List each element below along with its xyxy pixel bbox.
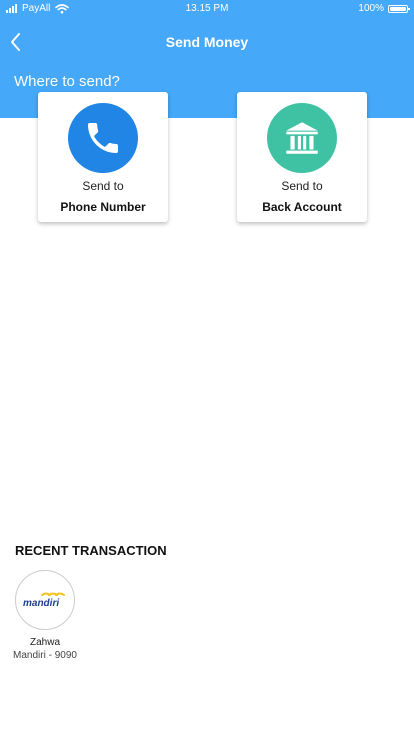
phone-icon-circle (68, 103, 138, 173)
phone-card-line2: Phone Number (60, 200, 146, 214)
recent-transaction-item[interactable]: mandiri Zahwa Mandiri - 9090 (8, 570, 82, 661)
svg-text:mandiri: mandiri (23, 598, 59, 609)
bank-icon-circle (267, 103, 337, 173)
battery-icon (388, 4, 410, 13)
status-bar: PayAll 13.15 PM 100% (0, 0, 414, 18)
bank-card-line1: Send to (281, 179, 323, 193)
send-to-bank-card[interactable]: Send to Back Account (237, 92, 367, 222)
avatar: mandiri (15, 570, 75, 630)
battery-percent: 100% (358, 3, 384, 14)
status-right: 100% (358, 3, 410, 14)
section-title: Where to send? (14, 73, 120, 90)
mandiri-logo-icon: mandiri (23, 592, 65, 609)
status-time: 13.15 PM (185, 3, 229, 14)
bank-icon (286, 122, 318, 154)
phone-card-line1: Send to (82, 179, 124, 193)
phone-icon (88, 123, 118, 153)
bank-card-line2: Back Account (262, 200, 342, 214)
send-to-phone-card[interactable]: Send to Phone Number (38, 92, 168, 222)
recent-detail: Mandiri - 9090 (13, 650, 77, 661)
recent-name: Zahwa (29, 637, 60, 648)
recent-transaction-title: RECENT TRANSACTION (15, 543, 167, 558)
page-title: Send Money (165, 34, 249, 50)
